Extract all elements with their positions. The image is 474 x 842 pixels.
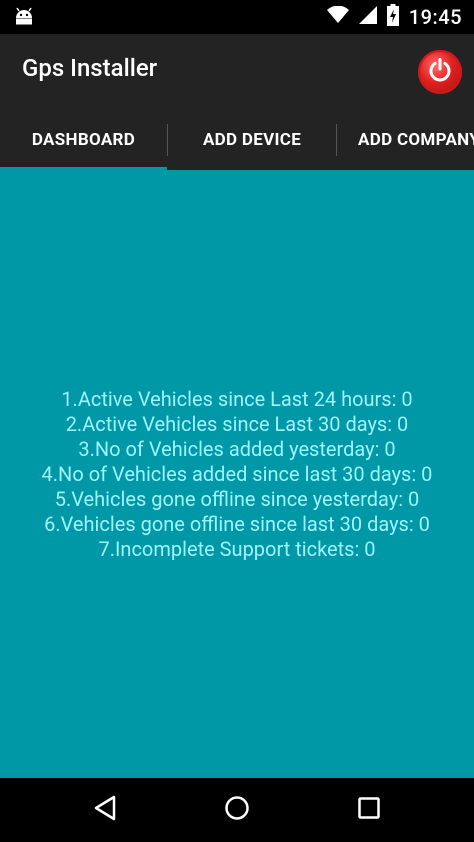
battery-charging-icon <box>386 4 399 30</box>
recents-button[interactable] <box>349 792 389 828</box>
power-button[interactable] <box>418 50 462 94</box>
signal-icon <box>358 6 377 28</box>
stat-added-30d: 4.No of Vehicles added since last 30 day… <box>41 462 433 486</box>
stat-active-24h: 1.Active Vehicles since Last 24 hours: 0 <box>61 387 413 411</box>
stat-support-tickets: 7.Incomplete Support tickets: 0 <box>98 537 376 561</box>
stat-offline-30d: 6.Vehicles gone offline since last 30 da… <box>44 512 430 536</box>
tab-add-company[interactable]: ADD COMPANY <box>337 110 474 170</box>
status-time: 19:45 <box>408 5 462 29</box>
back-button[interactable] <box>85 792 125 828</box>
stat-active-30d: 2.Active Vehicles since Last 30 days: 0 <box>65 412 409 436</box>
status-bar: 19:45 <box>0 0 474 34</box>
stat-offline-yesterday: 5.Vehicles gone offline since yesterday:… <box>54 487 420 511</box>
navigation-bar <box>0 778 474 842</box>
app-title: Gps Installer <box>22 54 158 82</box>
tab-add-device[interactable]: ADD DEVICE <box>168 110 336 170</box>
tab-dashboard[interactable]: DASHBOARD <box>0 110 167 170</box>
power-icon <box>427 57 453 87</box>
stat-added-yesterday: 3.No of Vehicles added yesterday: 0 <box>78 437 396 461</box>
back-icon <box>93 795 117 825</box>
recents-icon <box>357 796 381 824</box>
tab-bar: DASHBOARD ADD DEVICE ADD COMPANY <box>0 110 474 170</box>
home-button[interactable] <box>217 792 257 828</box>
app-bar: Gps Installer <box>0 34 474 110</box>
home-icon <box>224 795 250 825</box>
stats-list: 1.Active Vehicles since Last 24 hours: 0… <box>0 387 474 562</box>
dashboard-content: 1.Active Vehicles since Last 24 hours: 0… <box>0 170 474 778</box>
wifi-icon <box>326 5 349 28</box>
android-icon <box>12 6 36 28</box>
